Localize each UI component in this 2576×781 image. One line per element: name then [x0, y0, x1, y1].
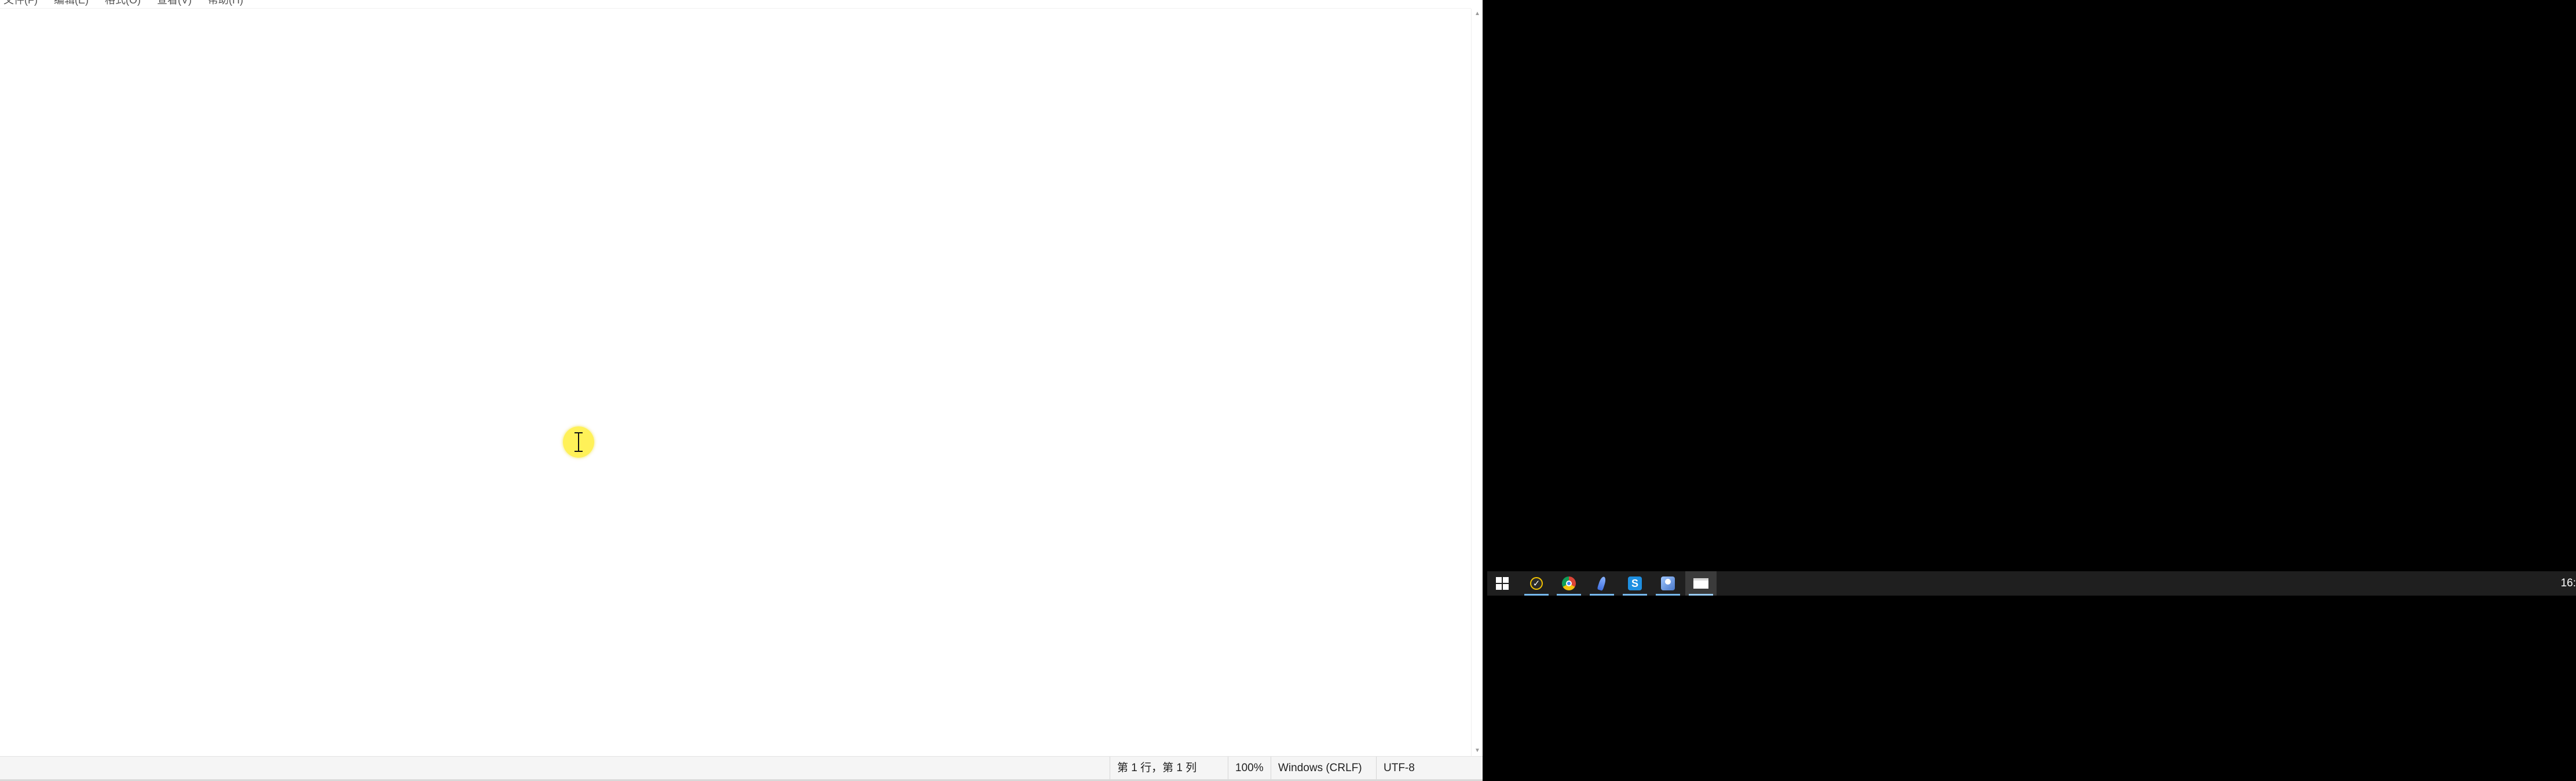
taskbar-app-people[interactable]	[1652, 571, 1684, 596]
encoding-status: UTF-8	[1376, 757, 1479, 780]
status-bar: 第 1 行，第 1 列 100% Windows (CRLF) UTF-8	[0, 756, 1483, 780]
people-app-icon	[1661, 576, 1675, 590]
menu-help[interactable]: 帮助(H)	[204, 0, 256, 5]
taskbar-app-notepad[interactable]	[1685, 571, 1717, 596]
lightning-app-icon: S	[1628, 576, 1642, 590]
windows-logo-icon	[1496, 577, 1509, 590]
feather-app-icon	[1597, 576, 1607, 591]
checkmark-app-icon: ✓	[1530, 577, 1543, 590]
menu-file[interactable]: 文件(F)	[0, 0, 50, 5]
taskbar-clock[interactable]: 16:	[2561, 571, 2576, 596]
menu-view[interactable]: 查看(V)	[153, 0, 204, 5]
notepad-window: 文件(F) 编辑(E) 格式(O) 查看(V) 帮助(H) ▲ ▼ 第 1 行，…	[0, 0, 1483, 781]
taskbar: ✓ S 16:	[1487, 571, 2576, 596]
start-button[interactable]	[1487, 571, 1517, 596]
taskbar-app-feather[interactable]	[1586, 571, 1618, 596]
text-editor-area[interactable]	[0, 9, 1471, 756]
desktop-screen: 文件(F) 编辑(E) 格式(O) 查看(V) 帮助(H) ▲ ▼ 第 1 行，…	[0, 0, 2576, 781]
taskbar-app-chrome[interactable]	[1553, 571, 1585, 596]
notepad-icon	[1693, 578, 1708, 589]
taskbar-app-lightning[interactable]: S	[1619, 571, 1651, 596]
taskbar-app-checkmark[interactable]: ✓	[1521, 571, 1552, 596]
line-ending-status: Windows (CRLF)	[1271, 757, 1384, 780]
menu-bar: 文件(F) 编辑(E) 格式(O) 查看(V) 帮助(H)	[0, 0, 1471, 9]
menu-edit[interactable]: 编辑(E)	[50, 0, 101, 5]
text-cursor-icon	[563, 426, 594, 458]
chrome-icon	[1562, 576, 1576, 590]
cursor-position-status: 第 1 行，第 1 列	[1110, 757, 1233, 780]
menu-format[interactable]: 格式(O)	[101, 0, 153, 5]
vertical-scrollbar[interactable]: ▲ ▼	[1471, 9, 1483, 756]
scroll-down-arrow-icon[interactable]: ▼	[1472, 746, 1483, 756]
scroll-up-arrow-icon[interactable]: ▲	[1472, 9, 1483, 19]
